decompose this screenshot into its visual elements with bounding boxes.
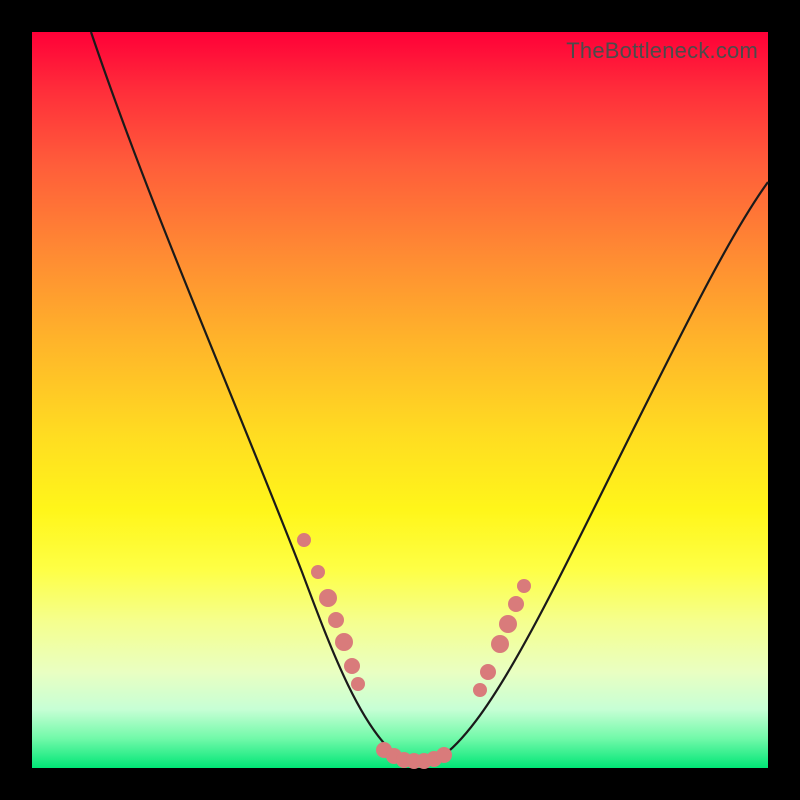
bottleneck-curve (91, 32, 768, 763)
marker-dot (499, 615, 517, 633)
marker-dot (328, 612, 344, 628)
marker-dot (319, 589, 337, 607)
marker-dot (335, 633, 353, 651)
plot-area: TheBottleneck.com (32, 32, 768, 768)
curve-svg (32, 32, 768, 768)
marker-dot (351, 677, 365, 691)
chart-frame: TheBottleneck.com (0, 0, 800, 800)
marker-dot (480, 664, 496, 680)
marker-dot (517, 579, 531, 593)
marker-dot (311, 565, 325, 579)
marker-dot (344, 658, 360, 674)
marker-dot (473, 683, 487, 697)
marker-dot (436, 747, 452, 763)
marker-dot (508, 596, 524, 612)
marker-dot (491, 635, 509, 653)
marker-dot (297, 533, 311, 547)
